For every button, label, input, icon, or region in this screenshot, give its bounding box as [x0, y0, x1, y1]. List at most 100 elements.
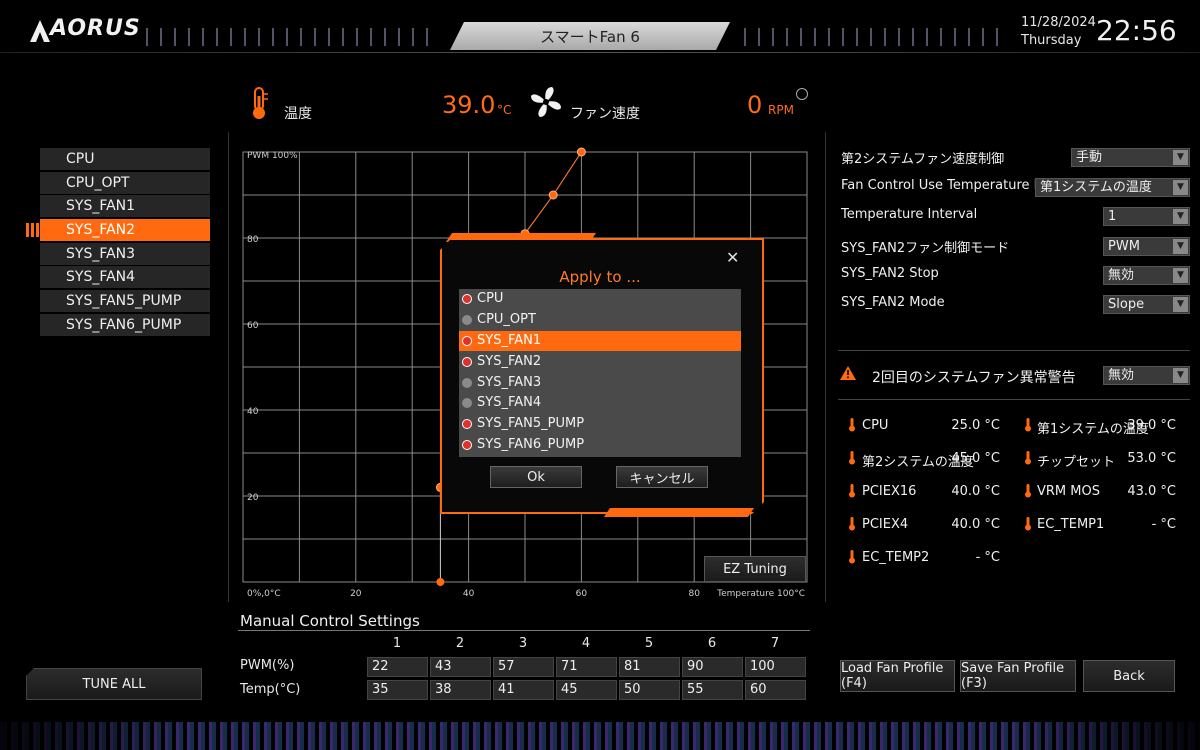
apply-to-item-sys-fan4[interactable]: SYS_FAN4 [459, 393, 741, 414]
unchecked-circle-icon[interactable] [462, 398, 472, 409]
fan-list-item-sys-fan2[interactable]: SYS_FAN2 [26, 219, 210, 242]
tune-all-button[interactable]: TUNE ALL [26, 668, 202, 700]
save-fan-profile-button[interactable]: Save Fan Profile (F3) [960, 660, 1076, 692]
load-fan-profile-button[interactable]: Load Fan Profile (F4) [840, 660, 955, 692]
thermometer-icon [849, 517, 855, 531]
setting-label: SYS_FAN2 Stop [841, 266, 939, 281]
fan-list-item-cpu-opt[interactable]: CPU_OPT [40, 171, 210, 194]
fan-list-item-sys-fan1[interactable]: SYS_FAN1 [40, 195, 210, 218]
checked-circle-icon[interactable] [462, 294, 472, 305]
chevron-down-icon: ▼ [1173, 268, 1188, 283]
thermometer-icon [1025, 484, 1031, 498]
apply-to-item-sys-fan2[interactable]: SYS_FAN2 [459, 351, 741, 372]
setting-value: 無効 [1108, 268, 1135, 283]
pwm-input-5[interactable]: 81 [619, 657, 680, 677]
rpm-value: 0 [747, 91, 763, 119]
unchecked-circle-icon[interactable] [462, 315, 472, 326]
checked-circle-icon[interactable] [462, 356, 472, 367]
ez-tuning-button[interactable]: EZ Tuning [704, 556, 806, 582]
back-button[interactable]: Back [1083, 660, 1175, 692]
temp-input-4[interactable]: 45 [556, 680, 617, 700]
manual-column-header: 6 [707, 636, 717, 651]
cancel-button[interactable]: キャンセル [616, 466, 708, 488]
clock-display: 22:56 [1096, 14, 1177, 47]
sensor-name: EC_TEMP1 [1037, 517, 1105, 532]
setting-dropdown[interactable]: 第1システムの温度 ▼ [1035, 178, 1190, 197]
fan-curve-point-6[interactable] [548, 190, 558, 200]
apply-to-item-cpu[interactable]: CPU [459, 289, 741, 310]
temp-input-5[interactable]: 50 [619, 680, 680, 700]
warning-icon [840, 366, 856, 380]
setting-value: Slope [1108, 297, 1145, 312]
temp-input-3[interactable]: 41 [493, 680, 554, 700]
temp-input-2[interactable]: 38 [430, 680, 491, 700]
manual-column-header: 4 [581, 636, 591, 651]
manual-column-header: 5 [644, 636, 654, 651]
page-title: スマートFan 6 [450, 22, 730, 50]
origin-label: 0%,0°C [247, 589, 281, 599]
chevron-down-icon: ▼ [1173, 180, 1188, 195]
pwm-input-4[interactable]: 71 [556, 657, 617, 677]
apply-to-item-sys-fan1[interactable]: SYS_FAN1 [459, 330, 741, 352]
pwm-input-1[interactable]: 22 [367, 657, 428, 677]
apply-to-item-label: SYS_FAN2 [477, 353, 542, 369]
manual-column-header: 3 [518, 636, 528, 651]
fan-list-item-sys-fan4[interactable]: SYS_FAN4 [40, 266, 210, 289]
ok-button[interactable]: Ok [490, 466, 582, 488]
sensor-value: - °C [1151, 517, 1176, 532]
manual-column-header: 2 [455, 636, 465, 651]
brand-logo-text: AORUS [50, 16, 141, 41]
pwm-input-2[interactable]: 43 [430, 657, 491, 677]
chevron-down-icon: ▼ [1173, 368, 1188, 383]
setting-label: Fan Control Use Temperature Input [841, 178, 1068, 193]
manual-column-header: 1 [392, 636, 402, 651]
temp-input-1[interactable]: 35 [367, 680, 428, 700]
thermometer-icon [1025, 451, 1031, 465]
x-tick-label: 80 [688, 589, 700, 599]
fan-list-item-sys-fan3[interactable]: SYS_FAN3 [40, 242, 210, 265]
setting-dropdown[interactable]: 無効 ▼ [1103, 266, 1190, 285]
fan-list-item-sys-fan5-pump[interactable]: SYS_FAN5_PUMP [40, 290, 210, 313]
fan-curve-start-point[interactable] [436, 578, 445, 586]
unchecked-circle-icon[interactable] [462, 377, 472, 388]
apply-to-item-cpu-opt[interactable]: CPU_OPT [459, 310, 741, 331]
checked-circle-icon[interactable] [462, 335, 472, 346]
rpm-settings-icon[interactable] [796, 88, 808, 100]
apply-to-list: CPU CPU_OPT SYS_FAN1 SYS_FAN2 SYS_FAN3 SYS_FA… [459, 289, 741, 457]
sensor-value: - °C [975, 550, 1000, 565]
date-display: 11/28/2024 [1021, 15, 1096, 30]
sensor-name: PCIEX16 [862, 484, 917, 499]
chevron-down-icon: ▼ [1173, 150, 1188, 165]
checked-circle-icon[interactable] [462, 439, 472, 450]
setting-dropdown[interactable]: 1 ▼ [1103, 207, 1190, 226]
checked-circle-icon[interactable] [462, 419, 472, 430]
fan-curve-point-7[interactable] [576, 147, 586, 157]
setting-dropdown[interactable]: PWM ▼ [1103, 237, 1190, 256]
pwm-input-3[interactable]: 57 [493, 657, 554, 677]
close-icon[interactable]: ✕ [726, 248, 739, 267]
fan-warning-dropdown[interactable]: 無効 ▼ [1103, 366, 1190, 385]
sensor-name: PCIEX4 [862, 517, 909, 532]
fan-list: CPU CPU_OPT SYS_FAN1 SYS_FAN2 SYS_FAN3 SYS_FA… [26, 148, 210, 338]
pwm-input-7[interactable]: 100 [745, 657, 806, 677]
rpm-unit: RPM [768, 103, 794, 117]
fan-list-item-cpu[interactable]: CPU [40, 148, 210, 170]
y-tick-label: 80 [247, 235, 259, 245]
pwm-input-6[interactable]: 90 [682, 657, 743, 677]
apply-to-item-sys-fan6-pump[interactable]: SYS_FAN6_PUMP [459, 435, 741, 456]
apply-to-item-label: SYS_FAN4 [477, 395, 542, 411]
sensor-value: 25.0 °C [951, 418, 1000, 433]
temp-input-6[interactable]: 55 [682, 680, 743, 700]
temp-input-7[interactable]: 60 [745, 680, 806, 700]
fan-warning-label: 2回目のシステムファン異常警告 [872, 370, 1076, 386]
apply-to-item-sys-fan5-pump[interactable]: SYS_FAN5_PUMP [459, 414, 741, 435]
fan-list-item-sys-fan6-pump[interactable]: SYS_FAN6_PUMP [40, 313, 210, 336]
thermometer-icon [849, 550, 855, 564]
setting-dropdown[interactable]: Slope ▼ [1103, 295, 1190, 314]
apply-to-item-sys-fan3[interactable]: SYS_FAN3 [459, 372, 741, 393]
thermometer-icon [1025, 418, 1031, 432]
x-tick-label: 20 [350, 589, 362, 599]
y-tick-label: 40 [247, 407, 259, 417]
apply-to-item-label: CPU_OPT [477, 312, 536, 328]
setting-dropdown[interactable]: 手動 ▼ [1071, 148, 1190, 167]
